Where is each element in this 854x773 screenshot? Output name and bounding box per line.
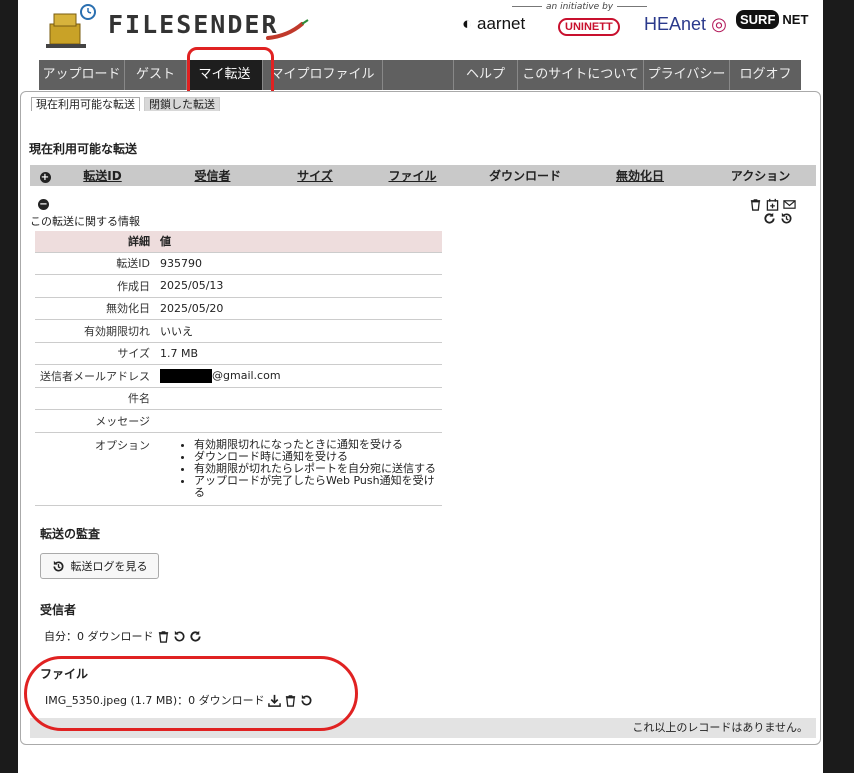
content-frame: 現在利用可能な転送 閉鎖した転送 現在利用可能な転送 + 転送ID 受信者 サイ… bbox=[20, 91, 821, 745]
surfnet-logo: SURF NET bbox=[736, 10, 808, 29]
options-list: 有効期限切れになったときに通知を受ける ダウンロード時に通知を受ける 有効期限が… bbox=[160, 433, 437, 505]
transfer-list-header: + 転送ID 受信者 サイズ ファイル ダウンロード 無効化日 アクション bbox=[30, 165, 816, 186]
detail-key: 作成日 bbox=[35, 274, 155, 298]
nav-my-transfers[interactable]: マイ転送 bbox=[187, 60, 263, 90]
uninett-logo: UNINETT bbox=[558, 18, 620, 36]
collapse-toggle[interactable]: − bbox=[38, 196, 49, 210]
col-recipients[interactable]: 受信者 bbox=[145, 167, 280, 184]
aarnet-logo: ◐ aarnet bbox=[462, 14, 526, 33]
detail-value: 935790 bbox=[155, 252, 442, 275]
detail-row: 送信者メールアドレス @gmail.com bbox=[35, 364, 442, 388]
envelope-icon[interactable] bbox=[782, 198, 796, 211]
nav-my-profile[interactable]: マイプロファイル bbox=[263, 60, 383, 90]
detail-header-value: 値 bbox=[155, 231, 442, 253]
col-expires[interactable]: 無効化日 bbox=[575, 167, 705, 184]
refresh-icon[interactable] bbox=[189, 630, 202, 643]
detail-row: 作成日 2025/05/13 bbox=[35, 274, 442, 298]
heanet-swirl-icon: ◎ bbox=[711, 14, 727, 34]
page-title: 現在利用可能な転送 bbox=[29, 142, 138, 156]
detail-header-row: 詳細 値 bbox=[35, 231, 442, 253]
view-log-button[interactable]: 転送ログを見る bbox=[40, 553, 159, 579]
recipients-title: 受信者 bbox=[40, 603, 77, 617]
col-files[interactable]: ファイル bbox=[350, 167, 475, 184]
detail-value: いいえ bbox=[155, 319, 442, 343]
redaction-box bbox=[160, 368, 212, 383]
file-row: IMG_5350.jpeg (1.7 MB)：0 ダウンロード bbox=[45, 692, 313, 708]
col-size[interactable]: サイズ bbox=[280, 167, 350, 184]
option-item: ダウンロード時に通知を受ける bbox=[194, 450, 437, 463]
history-icon[interactable] bbox=[300, 694, 313, 707]
option-item: アップロードが完了したらWeb Push通知を受ける bbox=[194, 474, 437, 499]
history-icon[interactable] bbox=[780, 212, 793, 225]
row-actions bbox=[749, 197, 809, 225]
trash-icon[interactable] bbox=[284, 694, 297, 707]
recipient-line: 自分：0 ダウンロード bbox=[44, 630, 154, 643]
detail-key: 無効化日 bbox=[35, 297, 155, 320]
page: FILESENDER an initiative by ◐ aarnet UNI… bbox=[18, 0, 823, 773]
detail-key: メッセージ bbox=[35, 409, 155, 433]
detail-header-key: 詳細 bbox=[35, 231, 155, 253]
detail-row: 転送ID 935790 bbox=[35, 252, 442, 275]
subtab-closed[interactable]: 閉鎖した転送 bbox=[144, 97, 220, 111]
detail-value: 2025/05/13 bbox=[155, 274, 442, 298]
heanet-logo: HEAnet ◎ bbox=[644, 14, 727, 34]
detail-key: サイズ bbox=[35, 342, 155, 365]
download-icon[interactable] bbox=[267, 694, 281, 707]
detail-key: 転送ID bbox=[35, 252, 155, 275]
detail-row: サイズ 1.7 MB bbox=[35, 342, 442, 365]
detail-value bbox=[155, 387, 442, 410]
refresh-icon[interactable] bbox=[763, 212, 776, 225]
option-item: 有効期限が切れたらレポートを自分宛に送信する bbox=[194, 462, 437, 475]
files-title: ファイル bbox=[40, 667, 89, 681]
filesender-logo-icon[interactable] bbox=[42, 4, 106, 48]
detail-row: 無効化日 2025/05/20 bbox=[35, 297, 442, 320]
detail-row: 有効期限切れ いいえ bbox=[35, 319, 442, 343]
col-transfer-id[interactable]: 転送ID bbox=[60, 167, 145, 184]
detail-value bbox=[155, 409, 442, 433]
detail-row: 件名 bbox=[35, 387, 442, 410]
detail-row: メッセージ bbox=[35, 409, 442, 433]
nav-privacy[interactable]: プライバシー bbox=[644, 60, 730, 90]
nav-about[interactable]: このサイトについて bbox=[518, 60, 644, 90]
nav-spacer bbox=[383, 60, 454, 90]
col-downloads: ダウンロード bbox=[488, 169, 561, 183]
minus-circle-icon: − bbox=[38, 199, 49, 210]
plus-circle-icon: + bbox=[39, 171, 51, 183]
no-more-records: これ以上のレコードはありません。 bbox=[30, 718, 816, 738]
detail-key: 有効期限切れ bbox=[35, 319, 155, 343]
options-value: 有効期限切れになったときに通知を受ける ダウンロード時に通知を受ける 有効期限が… bbox=[155, 432, 442, 506]
chili-pepper-icon bbox=[266, 19, 309, 40]
main-nav: アップロード ゲスト マイ転送 マイプロファイル ヘルプ このサイトについて プ… bbox=[39, 60, 801, 90]
detail-key: 送信者メールアドレス bbox=[35, 364, 155, 388]
aarnet-icon: ◐ bbox=[462, 14, 473, 33]
subtab-available[interactable]: 現在利用可能な転送 bbox=[31, 97, 140, 111]
detail-value: 2025/05/20 bbox=[155, 297, 442, 320]
detail-key: 件名 bbox=[35, 387, 155, 410]
subtab-bar: 現在利用可能な転送 閉鎖した転送 bbox=[31, 97, 220, 111]
nav-guests[interactable]: ゲスト bbox=[125, 60, 187, 90]
audit-title: 転送の監査 bbox=[40, 527, 101, 541]
option-item: 有効期限切れになったときに通知を受ける bbox=[194, 438, 437, 451]
history-icon[interactable] bbox=[173, 630, 186, 643]
trash-icon[interactable] bbox=[749, 198, 762, 211]
filesender-logo-text: FILESENDER bbox=[108, 10, 279, 39]
sender-email-value: @gmail.com bbox=[155, 364, 442, 388]
file-line: IMG_5350.jpeg (1.7 MB)：0 ダウンロード bbox=[45, 694, 265, 707]
trash-icon[interactable] bbox=[157, 630, 170, 643]
calendar-plus-icon[interactable] bbox=[766, 198, 779, 211]
detail-row-options: オプション 有効期限切れになったときに通知を受ける ダウンロード時に通知を受ける… bbox=[35, 432, 442, 506]
history-icon bbox=[52, 560, 65, 573]
expand-all-toggle[interactable]: + bbox=[30, 169, 60, 183]
transfer-info-label: この転送に関する情報 bbox=[30, 215, 140, 228]
recipient-row: 自分：0 ダウンロード bbox=[44, 628, 202, 644]
site-header: FILESENDER an initiative by ◐ aarnet UNI… bbox=[18, 0, 823, 60]
detail-value: 1.7 MB bbox=[155, 342, 442, 365]
col-actions: アクション bbox=[730, 169, 791, 183]
nav-upload[interactable]: アップロード bbox=[39, 60, 125, 90]
initiative-label: an initiative by bbox=[508, 2, 651, 12]
nav-help[interactable]: ヘルプ bbox=[454, 60, 518, 90]
nav-logoff[interactable]: ログオフ bbox=[730, 60, 801, 90]
detail-key: オプション bbox=[35, 432, 155, 506]
transfer-detail-table: 詳細 値 転送ID 935790 作成日 2025/05/13 無効化日 2025/0… bbox=[35, 231, 442, 506]
